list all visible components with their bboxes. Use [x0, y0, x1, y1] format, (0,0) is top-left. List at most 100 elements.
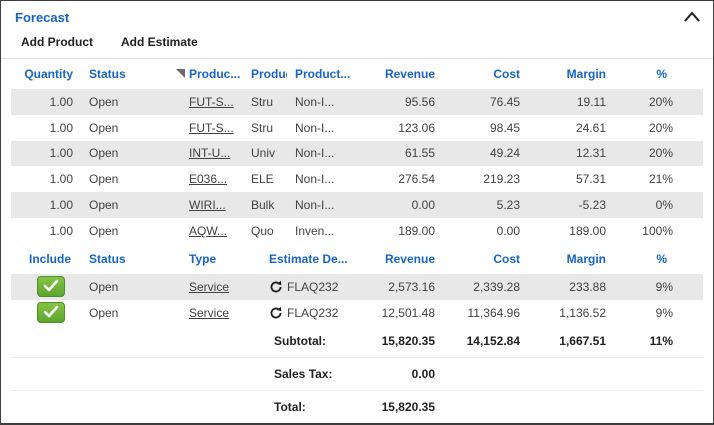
col-header-quantity[interactable]: Quantity [11, 67, 73, 81]
cost-cell: 98.45 [435, 121, 520, 135]
revenue-cell: 123.06 [353, 121, 435, 135]
product-id-link[interactable]: E036... [189, 172, 227, 186]
revenue-cell: 95.56 [353, 95, 435, 109]
quantity-cell: 1.00 [11, 198, 73, 212]
revenue-cell: 12,501.48 [353, 306, 435, 320]
col-header-status[interactable]: Status [73, 67, 181, 81]
product-class-cell: Non-I... [287, 198, 353, 212]
table-row: 1.00 Open E036... ELE Non-I... 276.54 21… [11, 166, 703, 192]
status-cell: Open [73, 146, 181, 160]
margin-cell: 24.61 [520, 121, 606, 135]
quantity-cell: 1.00 [11, 172, 73, 186]
type-link[interactable]: Service [189, 280, 229, 294]
table-row: Open Service FLAQ232 12,501.48 11,364.96… [11, 300, 703, 326]
include-checkbox[interactable] [37, 276, 65, 297]
cost-cell: 0.00 [435, 224, 520, 238]
col-header-include[interactable]: Include [11, 252, 73, 266]
estimates-table-header: Include Status Type Estimate De... Reven… [11, 244, 703, 274]
table-row: 1.00 Open INT-U... Univ Non-I... 61.55 4… [11, 141, 703, 167]
quantity-cell: 1.00 [11, 121, 73, 135]
quantity-cell: 1.00 [11, 95, 73, 109]
product-type-cell: Stru [243, 121, 287, 135]
product-id-link[interactable]: WIRI... [189, 198, 226, 212]
col-header-margin[interactable]: Margin [520, 252, 606, 266]
revenue-cell: 276.54 [353, 172, 435, 186]
sales-tax-value: 0.00 [353, 367, 435, 381]
checkmark-icon [43, 279, 59, 295]
sales-tax-row: Sales Tax: 0.00 [11, 357, 703, 390]
product-type-cell: Univ [243, 146, 287, 160]
subtotal-margin: 1,667.51 [520, 334, 606, 348]
product-class-cell: Non-I... [287, 172, 353, 186]
product-id-link[interactable]: FUT-S... [189, 95, 234, 109]
table-row: 1.00 Open WIRI... Bulk Non-I... 0.00 5.2… [11, 192, 703, 218]
margin-cell: 12.31 [520, 146, 606, 160]
percent-cell: 9% [606, 306, 673, 320]
cost-cell: 76.45 [435, 95, 520, 109]
cost-cell: 11,364.96 [435, 306, 520, 320]
add-product-button[interactable]: Add Product [21, 35, 93, 49]
col-header-revenue[interactable]: Revenue [353, 67, 435, 81]
quantity-cell: 1.00 [11, 146, 73, 160]
sync-icon [269, 280, 283, 294]
sort-indicator-icon [176, 69, 185, 78]
total-label: Total: [259, 400, 353, 414]
margin-cell: -5.23 [520, 198, 606, 212]
percent-cell: 21% [606, 172, 673, 186]
col-header-cost[interactable]: Cost [435, 252, 520, 266]
forecast-panel: Forecast Add Product Add Estimate Quanti… [0, 0, 714, 425]
col-header-product-id[interactable]: Produc... [181, 67, 243, 81]
product-id-link[interactable]: AQW... [189, 224, 227, 238]
product-class-cell: Non-I... [287, 121, 353, 135]
col-header-estimate[interactable]: Estimate De... [259, 252, 353, 266]
col-header-percent[interactable]: % [606, 252, 673, 266]
status-cell: Open [73, 224, 181, 238]
include-checkbox[interactable] [37, 302, 65, 323]
status-cell: Open [73, 172, 181, 186]
status-cell: Open [73, 121, 181, 135]
col-header-percent[interactable]: % [606, 67, 673, 81]
revenue-cell: 189.00 [353, 224, 435, 238]
revenue-cell: 61.55 [353, 146, 435, 160]
cost-cell: 2,339.28 [435, 280, 520, 294]
product-type-cell: ELE [243, 172, 287, 186]
estimate-description-cell: FLAQ232 [287, 306, 338, 320]
panel-title: Forecast [15, 10, 69, 25]
status-cell: Open [73, 198, 181, 212]
product-type-cell: Quo [243, 224, 287, 238]
col-header-status[interactable]: Status [73, 252, 181, 266]
revenue-cell: 0.00 [353, 198, 435, 212]
margin-cell: 1,136.52 [520, 306, 606, 320]
margin-cell: 19.11 [520, 95, 606, 109]
product-id-link[interactable]: FUT-S... [189, 121, 234, 135]
col-header-margin[interactable]: Margin [520, 67, 606, 81]
product-class-cell: Non-I... [287, 95, 353, 109]
type-link[interactable]: Service [189, 306, 229, 320]
checkmark-icon [43, 305, 59, 321]
col-header-revenue[interactable]: Revenue [353, 252, 435, 266]
cost-cell: 219.23 [435, 172, 520, 186]
sales-tax-label: Sales Tax: [259, 367, 353, 381]
margin-cell: 189.00 [520, 224, 606, 238]
subtotal-revenue: 15,820.35 [353, 334, 435, 348]
percent-cell: 100% [606, 224, 673, 238]
col-header-product-class[interactable]: Product... [287, 67, 353, 81]
cost-cell: 5.23 [435, 198, 520, 212]
subtotal-row: Subtotal: 15,820.35 14,152.84 1,667.51 1… [11, 326, 703, 358]
estimate-description-cell: FLAQ232 [287, 280, 338, 294]
status-cell: Open [73, 280, 181, 294]
product-id-link[interactable]: INT-U... [189, 146, 230, 160]
table-row: Open Service FLAQ232 2,573.16 2,339.28 2… [11, 274, 703, 300]
total-value: 15,820.35 [353, 400, 435, 414]
panel-header: Forecast [1, 1, 713, 25]
col-header-type[interactable]: Type [181, 252, 259, 266]
add-estimate-button[interactable]: Add Estimate [121, 35, 198, 49]
table-row: 1.00 Open AQW... Quo Inven... 189.00 0.0… [11, 218, 703, 244]
table-row: 1.00 Open FUT-S... Stru Non-I... 123.06 … [11, 115, 703, 141]
percent-cell: 9% [606, 280, 673, 294]
sync-icon [269, 306, 283, 320]
col-header-cost[interactable]: Cost [435, 67, 520, 81]
product-class-cell: Inven... [287, 224, 353, 238]
col-header-product-type[interactable]: Produc... [243, 67, 287, 81]
collapse-button[interactable] [683, 10, 701, 24]
